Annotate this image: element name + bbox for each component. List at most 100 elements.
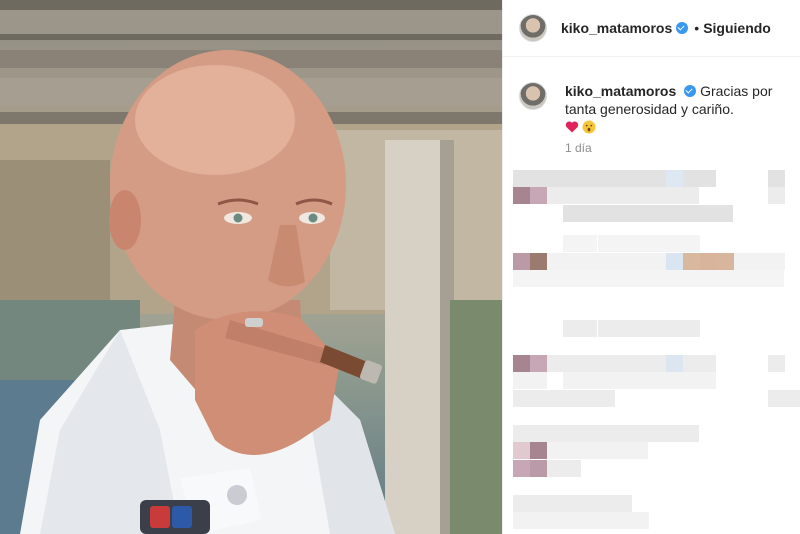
post-photo[interactable]: [0, 0, 502, 534]
pixelated-block: [699, 170, 716, 187]
pixelated-block: [665, 425, 682, 442]
pixelated-block: [699, 372, 716, 389]
pixelated-block: [513, 372, 530, 389]
pixelated-block: [513, 425, 530, 442]
pixelated-block: [530, 495, 547, 512]
pixelated-block: [513, 460, 530, 477]
pixelated-block: [666, 253, 683, 270]
hushed-face-icon: [582, 120, 596, 134]
pixelated-block: [513, 390, 530, 407]
pixelated-block: [614, 253, 631, 270]
pixelated-block: [716, 205, 733, 222]
pixelated-block: [597, 187, 614, 204]
pixelated-block: [597, 253, 614, 270]
post-sidebar: kiko_matamoros • Siguiendo kiko_matamoro…: [502, 0, 800, 534]
pixelated-block: [682, 355, 699, 372]
pixelated-block: [563, 235, 580, 252]
pixelated-block: [767, 270, 784, 287]
pixelated-block: [564, 512, 581, 529]
pixelated-block: [563, 270, 580, 287]
pixelated-block: [682, 372, 699, 389]
pixelated-block: [631, 425, 648, 442]
pixelated-block: [580, 235, 597, 252]
pixelated-block: [614, 270, 631, 287]
pixelated-block: [563, 425, 580, 442]
pixelated-block: [666, 320, 683, 337]
pixelated-block: [547, 253, 564, 270]
pixelated-block: [785, 390, 800, 407]
pixelated-block: [683, 253, 700, 270]
pixelated-block: [648, 355, 665, 372]
pixelated-block: [580, 253, 597, 270]
pixelated-block: [530, 442, 547, 459]
pixelated-block: [513, 253, 530, 270]
avatar[interactable]: [519, 14, 547, 42]
following-button[interactable]: Siguiendo: [703, 20, 771, 36]
pixelated-block: [614, 205, 631, 222]
pixelated-block: [614, 170, 631, 187]
post-timestamp[interactable]: 1 día: [565, 141, 592, 155]
pixelated-block: [648, 187, 665, 204]
pixelated-block: [648, 170, 665, 187]
pixelated-block: [547, 495, 564, 512]
pixelated-block: [547, 187, 564, 204]
pixelated-block: [580, 320, 597, 337]
pixelated-block: [580, 355, 597, 372]
pixelated-block: [632, 320, 649, 337]
pixelated-block: [700, 253, 717, 270]
pixelated-block: [631, 205, 648, 222]
pixelated-block: [530, 390, 547, 407]
pixelated-block: [547, 170, 564, 187]
caption-avatar[interactable]: [519, 82, 547, 110]
pixelated-block: [530, 170, 547, 187]
pixelated-block: [513, 512, 530, 529]
pixelated-block: [530, 253, 547, 270]
pixelated-block: [563, 355, 580, 372]
pixelated-block: [580, 205, 597, 222]
pixelated-block: [682, 270, 699, 287]
pixelated-block: [665, 187, 682, 204]
pixelated-block: [580, 187, 597, 204]
pixelated-block: [547, 425, 564, 442]
pixelated-block: [547, 460, 564, 477]
pixelated-block: [733, 270, 750, 287]
pixelated-block: [547, 390, 564, 407]
pixelated-block: [513, 442, 530, 459]
pixelated-block: [665, 372, 682, 389]
pixelated-block: [597, 442, 614, 459]
pixelated-block: [563, 170, 580, 187]
header-username[interactable]: kiko_matamoros: [561, 20, 672, 36]
pixelated-block: [614, 442, 631, 459]
pixelated-block: [597, 170, 614, 187]
pixelated-block: [716, 270, 733, 287]
pixelated-block: [530, 187, 547, 204]
pixelated-block: [682, 187, 699, 204]
pixelated-block: [631, 170, 648, 187]
pixelated-block: [547, 355, 564, 372]
pixelated-block: [513, 355, 530, 372]
pixelated-block: [530, 270, 547, 287]
caption-username[interactable]: kiko_matamoros: [565, 83, 676, 99]
pixelated-block: [513, 170, 530, 187]
pixelated-block: [563, 205, 580, 222]
pixelated-block: [683, 320, 700, 337]
caption-body: kiko_matamoros Gracias por tanta generos…: [565, 82, 789, 134]
pixelated-block: [648, 270, 665, 287]
pixelated-block: [580, 425, 597, 442]
pixelated-block: [682, 205, 699, 222]
pixelated-block: [547, 270, 564, 287]
pixelated-block: [597, 355, 614, 372]
pixelated-block: [648, 253, 665, 270]
pixelated-block: [665, 205, 682, 222]
pixelated-block: [530, 512, 547, 529]
verified-badge-icon: [676, 22, 689, 34]
pixelated-block: [597, 425, 614, 442]
post-header: kiko_matamoros • Siguiendo: [503, 0, 800, 57]
pixelated-block: [513, 187, 530, 204]
pixelated-block: [598, 235, 615, 252]
pixelated-block: [614, 187, 631, 204]
pixelated-block: [547, 442, 564, 459]
pixelated-block: [768, 390, 785, 407]
pixelated-block: [563, 320, 580, 337]
pixelated-block: [598, 390, 615, 407]
